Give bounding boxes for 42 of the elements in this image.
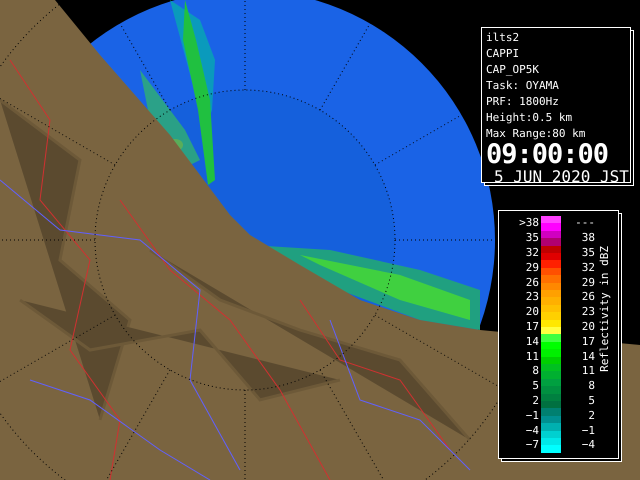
info-text: ilts2 <box>486 30 520 46</box>
legend-label: --- <box>574 217 595 230</box>
legend-label: −4 <box>580 439 595 452</box>
legend-label: 5 <box>587 394 595 407</box>
legend-label: 20 <box>524 306 540 318</box>
legend-label: 2 <box>531 394 540 407</box>
legend-label: 11 <box>524 350 540 363</box>
legend-label: 38 <box>580 232 595 244</box>
info-text: Max Range:80 km <box>486 126 586 142</box>
legend-label: >38 <box>518 217 540 230</box>
legend-label: 11 <box>580 365 595 378</box>
legend-label: 35 <box>524 232 540 244</box>
legend-label: 35 <box>580 246 595 259</box>
legend-label: −1 <box>580 424 595 437</box>
legend-label: −7 <box>524 439 540 452</box>
info-text: Task: OYAMA <box>486 78 560 94</box>
legend-label: 32 <box>524 246 540 259</box>
legend-title: Reflectivity in dBZ <box>598 246 612 372</box>
legend-label: −1 <box>524 410 540 422</box>
date-text: 5 JUN 2020 JST <box>493 168 630 186</box>
info-text: Height:0.5 km <box>486 110 574 126</box>
legend-label: 20 <box>580 320 595 333</box>
legend-label: 8 <box>531 365 540 378</box>
info-text: CAP_OP5K <box>486 62 540 78</box>
info-text: PRF: 1800Hz <box>486 94 560 110</box>
info-text: CAPPI <box>486 46 520 62</box>
legend-label: 29 <box>524 262 540 274</box>
legend-label: 14 <box>580 350 595 363</box>
time-text: 09:00:00 <box>486 142 610 168</box>
legend-label: 17 <box>524 320 540 333</box>
legend-label: 5 <box>531 380 540 392</box>
legend-label: 23 <box>580 306 595 318</box>
legend-label: 26 <box>580 291 595 304</box>
legend-label: 29 <box>580 276 595 289</box>
legend-label: 17 <box>580 336 595 348</box>
legend-label: 23 <box>524 291 540 304</box>
legend-label: 32 <box>580 262 595 274</box>
legend-label: −4 <box>524 424 540 437</box>
legend-label: 8 <box>587 380 595 392</box>
legend-label: 26 <box>524 276 540 289</box>
legend-label: 2 <box>587 410 595 422</box>
legend-label: 14 <box>524 336 540 348</box>
